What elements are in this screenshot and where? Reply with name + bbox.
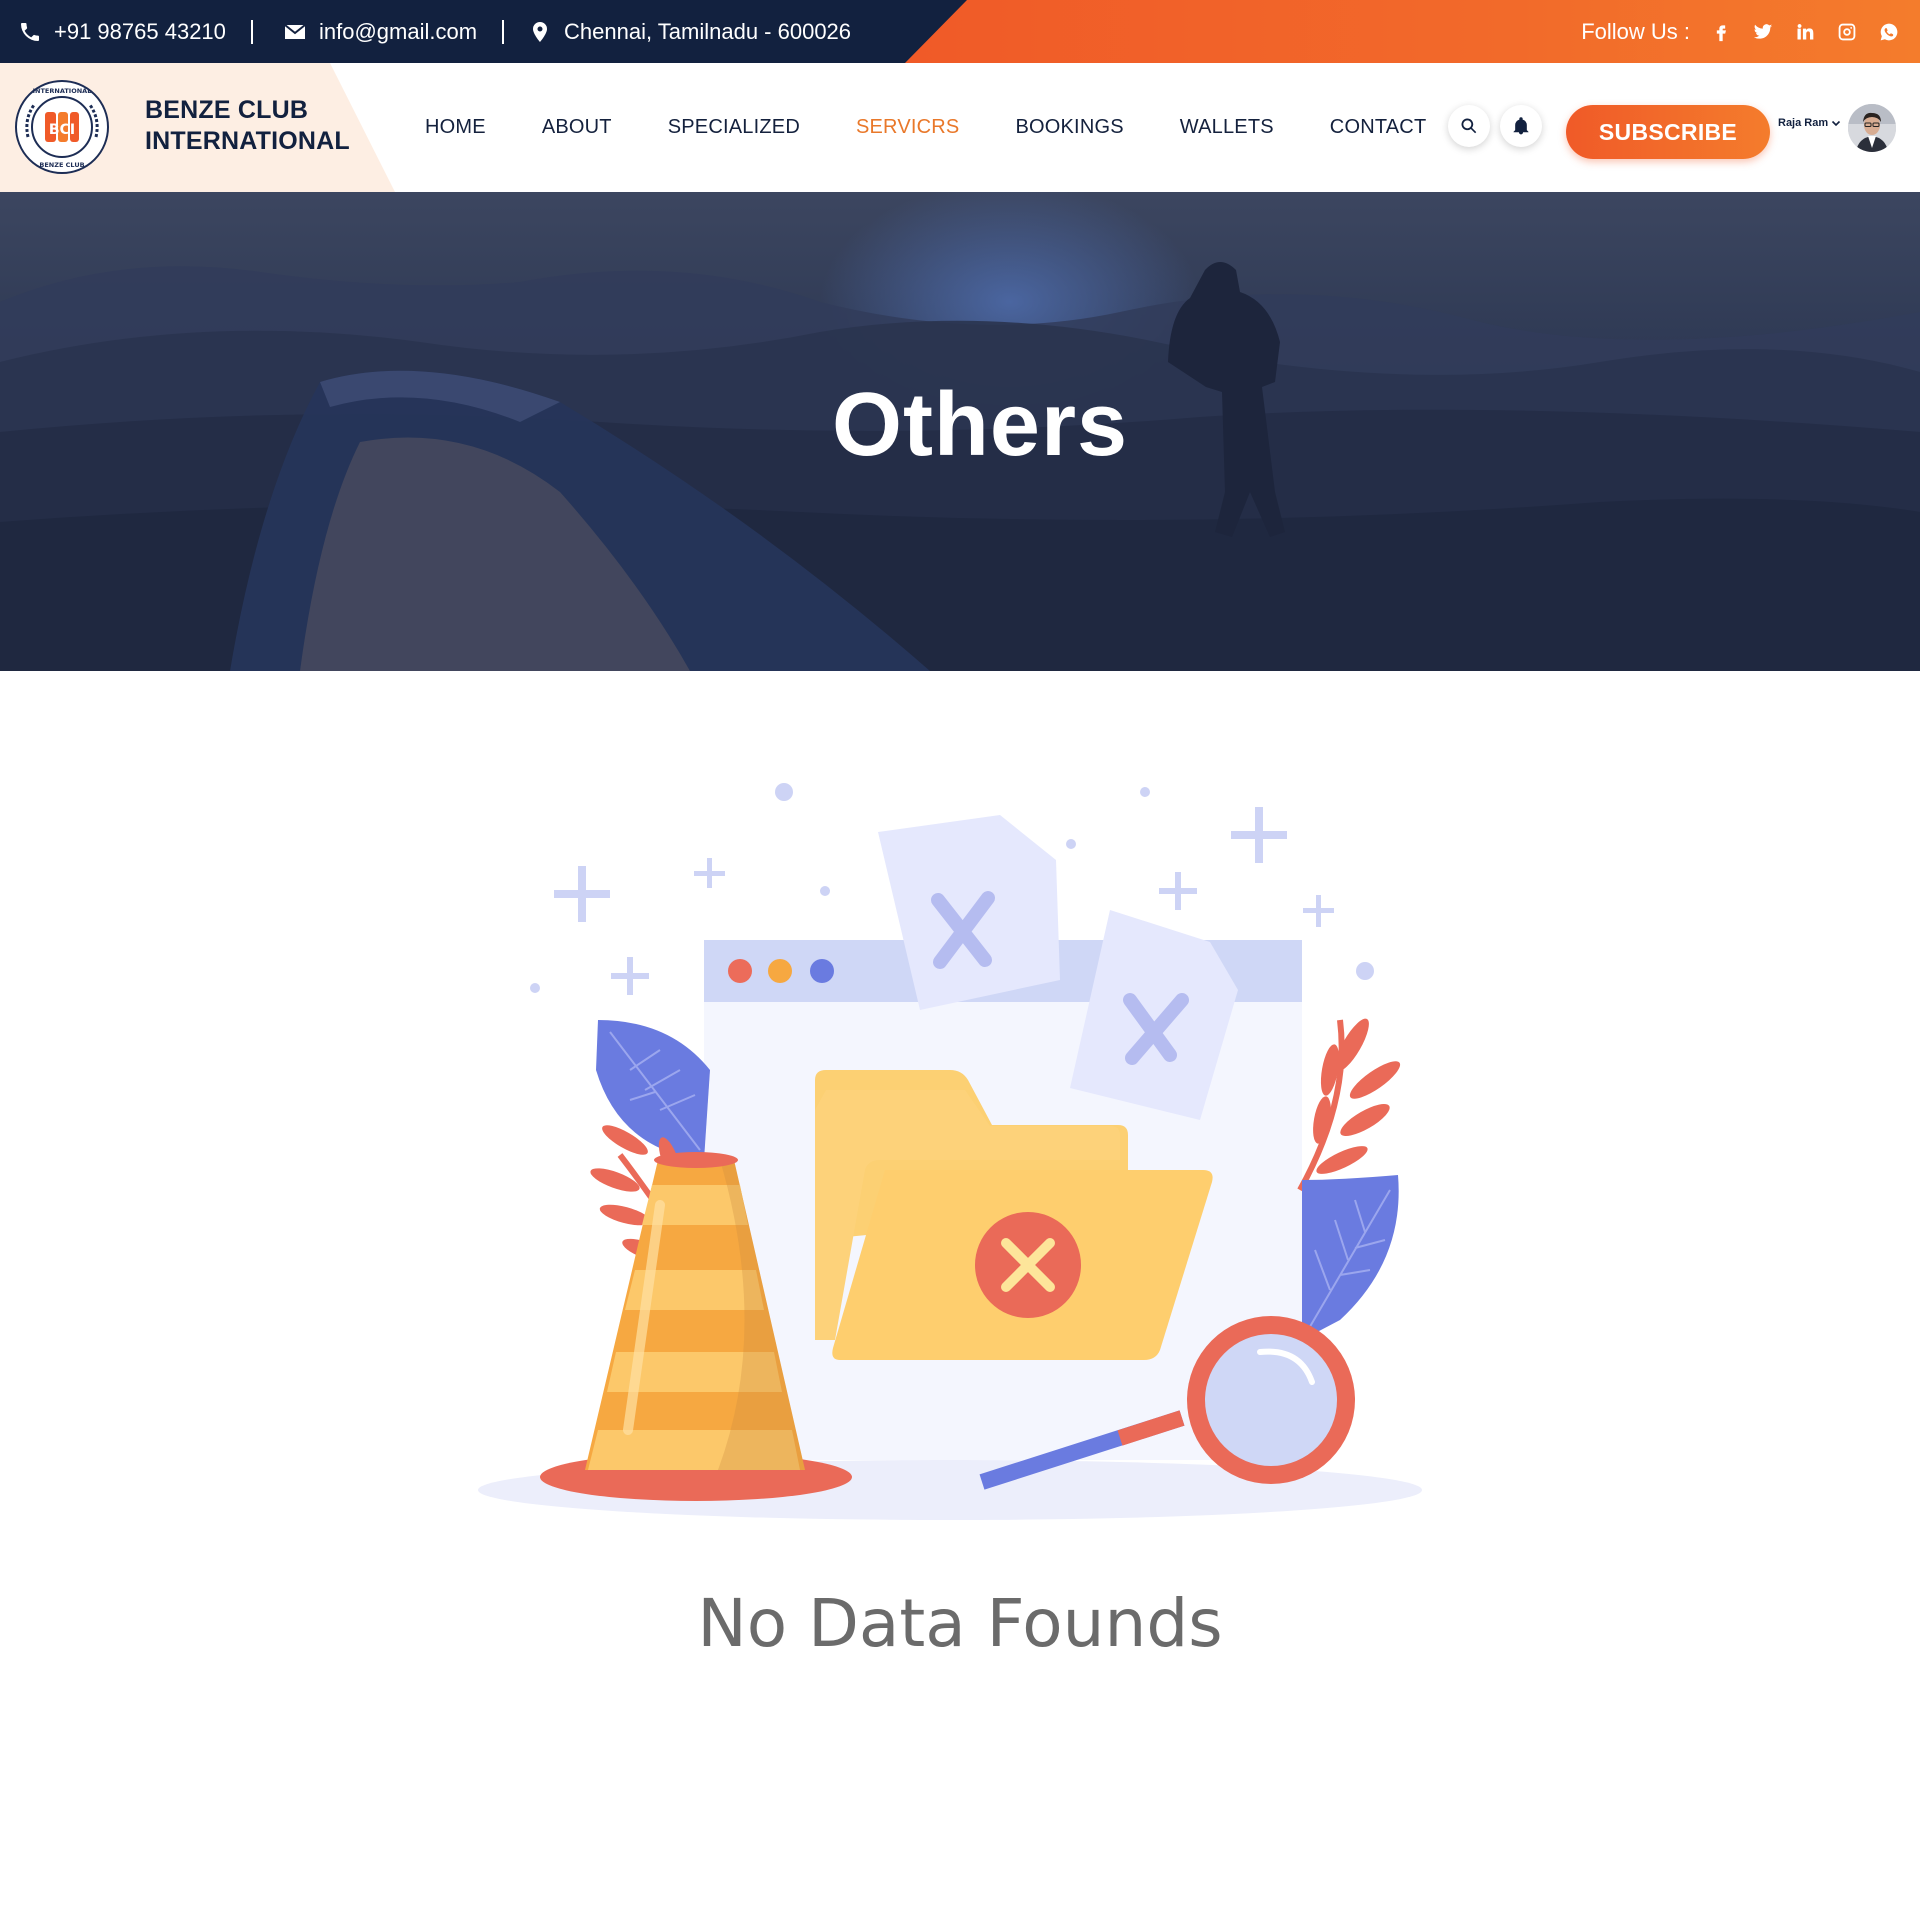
follow-label: Follow Us : [1581, 18, 1690, 44]
search-icon [1461, 118, 1477, 134]
instagram-icon[interactable] [1836, 21, 1858, 43]
nav-item-wallets[interactable]: WALLETS [1180, 116, 1274, 139]
nav-item-services[interactable]: SERVICRS [856, 116, 960, 139]
main-nav: HOME ABOUT SPECIALIZED SERVICRS BOOKINGS… [425, 63, 1482, 192]
logo-top-text: INTERNATIONAL [33, 87, 92, 95]
hero-banner: Others [0, 192, 1920, 671]
email-contact[interactable]: info@gmail.com [283, 0, 477, 63]
nav-item-home[interactable]: HOME [425, 116, 486, 139]
phone-icon [21, 22, 39, 41]
notifications-button[interactable] [1500, 105, 1542, 147]
logo-monogram: BCI [49, 122, 75, 138]
phone-contact[interactable]: +91 98765 43210 [18, 0, 226, 63]
nav-item-bookings[interactable]: BOOKINGS [1015, 116, 1123, 139]
main-header: INTERNATIONAL BENZE CLUB BCI BENZE CLUB … [0, 63, 1920, 192]
window-dot-blue [810, 959, 834, 983]
brand-name-line1: BENZE CLUB [145, 96, 309, 124]
chevron-down-icon [1832, 120, 1841, 127]
brand-name-line2: INTERNATIONAL [145, 127, 350, 155]
logo-bottom-text: BENZE CLUB [39, 161, 84, 169]
nav-item-specialized[interactable]: SPECIALIZED [668, 116, 800, 139]
bell-icon [1513, 117, 1529, 135]
mail-icon [284, 23, 306, 39]
location-pin-icon [533, 21, 547, 42]
linkedin-icon[interactable] [1794, 21, 1816, 43]
top-bar: +91 98765 43210 info@gmail.com Chennai, … [0, 0, 1920, 63]
divider [251, 20, 253, 44]
address-contact: Chennai, Tamilnadu - 600026 [528, 0, 851, 63]
facebook-icon[interactable] [1710, 21, 1732, 43]
user-menu[interactable]: Raja Ram [1778, 117, 1841, 129]
leaf-red-right [1297, 1018, 1401, 1192]
search-button[interactable] [1448, 105, 1490, 147]
whatsapp-icon[interactable] [1878, 21, 1900, 43]
page-title: Others [831, 375, 1129, 475]
window-dot-red [728, 959, 752, 983]
window-dot-yellow [768, 959, 792, 983]
twitter-icon[interactable] [1752, 21, 1774, 43]
avatar[interactable] [1848, 104, 1896, 152]
empty-state-illustration [478, 783, 1422, 1520]
subscribe-button[interactable]: SUBSCRIBE [1566, 105, 1770, 159]
phone-number: +91 98765 43210 [54, 18, 226, 44]
follow-us: Follow Us : [1581, 0, 1920, 63]
nav-item-about[interactable]: ABOUT [542, 116, 612, 139]
user-photo-icon [1848, 104, 1896, 152]
divider [502, 20, 504, 44]
email-address: info@gmail.com [319, 18, 478, 44]
empty-state-message: No Data Founds [697, 1585, 1223, 1662]
address-text: Chennai, Tamilnadu - 600026 [564, 18, 852, 44]
brand-name[interactable]: BENZE CLUB INTERNATIONAL [145, 95, 365, 157]
brand-logo[interactable]: INTERNATIONAL BENZE CLUB BCI [14, 79, 110, 175]
nav-item-contact[interactable]: CONTACT [1330, 116, 1427, 139]
leaf-blue-right [1302, 1175, 1399, 1340]
user-name: Raja Ram [1778, 117, 1829, 129]
